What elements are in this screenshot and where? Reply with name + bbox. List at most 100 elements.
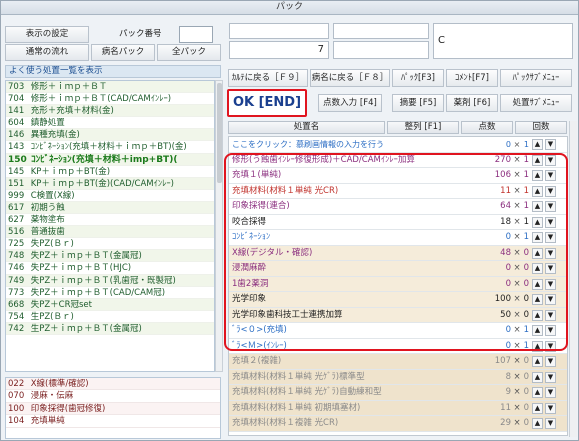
table-row[interactable]: ﾞﾗ<０>(充填) 0 × 1 ▲ ▼ [229,323,567,339]
list-item-selected[interactable]: 150 ｺﾝﾋﾞﾈｰｼｮﾝ(充填＋材料＋imp+BT)( [6,153,214,166]
decrement-icon[interactable]: ▼ [545,185,556,197]
display-settings-button[interactable]: 表示の設定 [5,26,89,43]
sort-button[interactable]: 整列 [F1] [387,121,459,134]
table-row[interactable]: ﾞﾗ<Ｍ>(ｲﾝﾚｰ) 0 × 1 ▲ ▼ [229,339,567,354]
increment-icon[interactable]: ▲ [532,340,543,352]
list-item[interactable]: 742 生PZ＋ｉｍｐ＋ＢＴ(金属冠) [6,322,214,335]
ok-end-button[interactable]: OK [END] [227,89,307,117]
disease-pack-button[interactable]: 病名パック [91,44,155,61]
list-item[interactable]: 746 失PZ＋ｉｍｐ＋ＢＴ(HJC) [6,262,214,275]
list-item[interactable]: 999 C検置(X線) [6,190,214,202]
decrement-icon[interactable]: ▼ [545,294,556,305]
points-input-button[interactable]: 点数入力 [F4] [318,94,382,112]
decrement-icon[interactable]: ▼ [545,340,556,352]
count-value[interactable]: 1 [521,168,529,183]
increment-icon[interactable]: ▲ [532,201,543,212]
decrement-icon[interactable]: ▼ [545,263,556,274]
count-value[interactable]: 1 [521,137,529,152]
list-item[interactable]: 022 X線(標準/確認) [6,378,220,391]
points-value[interactable]: 29 [473,416,511,431]
list-item[interactable]: 516 普通抜歯 [6,226,214,239]
column-header-count[interactable]: 回数 [515,121,567,134]
table-row[interactable]: 咬合採得 18 × 1 ▲ ▼ [229,215,567,230]
increment-icon[interactable]: ▲ [532,309,543,321]
pack-button[interactable]: ﾊﾟｯｸ[F3] [392,69,444,87]
pack-submenu-button[interactable]: ﾊﾟｯｸｻﾌﾞﾒﾆｭｰ [500,69,572,87]
table-row[interactable]: 印象採得(連合) 64 × 1 ▲ ▼ [229,199,567,215]
list-item[interactable]: 668 失PZ＋CR冠set [6,298,214,311]
points-value[interactable]: 106 [473,168,511,183]
list-item[interactable]: 146 異種充填(金) [6,129,214,142]
back-to-chart-button[interactable]: ｶﾙﾃに戻る［Ｆ９］ [228,69,308,87]
points-value[interactable]: 0 [473,261,511,276]
increment-icon[interactable]: ▲ [532,402,543,414]
points-value[interactable]: 64 [473,199,511,214]
increment-icon[interactable]: ▲ [532,232,543,243]
table-row[interactable]: 充填１(単純) 106 × 1 ▲ ▼ [229,168,567,184]
table-row[interactable]: 充填２(複雑) 107 × 0 ▲ ▼ [229,354,567,370]
points-value[interactable]: 11 [473,401,511,416]
table-row[interactable]: 1歯2薬洞 0 × 0 ▲ ▼ [229,276,567,292]
table-row[interactable]: 充填材料(材料１単純 光ｹﾞﾗ)標準型 8 × 0 ▲ ▼ [229,369,567,385]
frequent-procedures-header[interactable]: よく使う処置一覧を表示 [5,65,221,78]
count-value[interactable]: 0 [521,416,529,431]
increment-icon[interactable]: ▲ [532,263,543,274]
summary-button[interactable]: 摘要 [F5] [392,94,444,112]
list-item[interactable]: 725 失PZ(Ｂｒ) [6,238,214,251]
table-row[interactable]: X線(デジタル・確認) 48 × 0 ▲ ▼ [229,245,567,261]
list-item[interactable]: 143 ｺﾝﾋﾞﾈｰｼｮﾝ(充填＋材料＋ｉｍｐ＋BT)(金) [6,141,214,154]
count-value[interactable]: 0 [521,354,529,369]
decrement-icon[interactable]: ▼ [545,201,556,212]
table-row[interactable]: 光学印象 100 × 0 ▲ ▼ [229,292,567,308]
count-value[interactable]: 0 [521,246,529,261]
count-value[interactable]: 0 [521,401,529,416]
table-row[interactable]: 充填材料(材料１単純 光CR) 11 × 1 ▲ ▼ [229,184,567,199]
count-value[interactable]: 1 [521,153,529,168]
increment-icon[interactable]: ▲ [532,247,543,259]
column-header-points[interactable]: 点数 [461,121,513,134]
decrement-icon[interactable]: ▼ [545,402,556,414]
list-item[interactable]: 754 生PZ(Ｂｒ) [6,311,214,323]
points-value[interactable]: 107 [473,354,511,369]
table-row[interactable]: ｺﾝﾋﾞﾈｰｼｮﾝ 0 × 1 ▲ ▼ [229,230,567,246]
list-item[interactable]: 070 浸麻・伝麻 [6,390,220,403]
increment-icon[interactable]: ▲ [532,294,543,305]
table-row[interactable]: 充填材料(材料１複雑 光CR) 29 × 0 ▲ ▼ [229,416,567,432]
count-value[interactable]: 1 [521,339,529,354]
increment-icon[interactable]: ▲ [532,139,543,150]
list-item[interactable]: 704 修形＋ｉｍｐ＋ＢＴ(CAD/CAMｲﾝﾚｰ) [6,93,214,106]
list-item[interactable]: 104 充填単純 [6,415,220,428]
increment-icon[interactable]: ▲ [532,325,543,336]
list-item[interactable]: 145 KP＋ｉｍｐ＋BT(金) [6,166,214,178]
procedure-submenu-button[interactable]: 処置ｻﾌﾞﾒﾆｭｰ [500,94,572,112]
points-value[interactable]: 11 [473,184,511,199]
list-item[interactable]: 773 失PZ＋ｉｍｐ＋ＢＴ(CAD/CAM冠) [6,287,214,299]
increment-icon[interactable]: ▲ [532,371,543,383]
table-row[interactable]: 浸潤麻酔 0 × 0 ▲ ▼ [229,261,567,277]
increment-icon[interactable]: ▲ [532,185,543,197]
decrement-icon[interactable]: ▼ [545,325,556,336]
count-value[interactable]: 1 [521,230,529,245]
increment-icon[interactable]: ▲ [532,418,543,429]
pack-number-field[interactable] [179,26,213,43]
list-item[interactable]: 749 失PZ＋ｉｍｐ＋ＢＴ(乳歯冠・既製冠) [6,274,214,287]
count-value[interactable]: 0 [521,277,529,292]
decrement-icon[interactable]: ▼ [545,232,556,243]
list-item[interactable]: 100 印象採得(歯冠修復) [6,402,220,416]
points-value[interactable]: 48 [473,246,511,261]
decrement-icon[interactable]: ▼ [545,371,556,383]
list-item[interactable]: 604 鎮静処置 [6,117,214,130]
points-value[interactable]: 0 [473,339,511,354]
decrement-icon[interactable]: ▼ [545,356,556,367]
points-value[interactable]: 0 [473,230,511,245]
list-item[interactable]: 151 KP＋ｉｍｐ＋BT(金)(CAD/CAMｲﾝﾚｰ) [6,177,214,190]
comment-button[interactable]: ｺﾒﾝﾄ[F7] [446,69,498,87]
decrement-icon[interactable]: ▼ [545,278,556,290]
column-header-name[interactable]: 処置名 [228,121,385,134]
medicine-button[interactable]: 薬剤 [F6] [446,94,498,112]
count-value[interactable]: 0 [521,261,529,276]
increment-icon[interactable]: ▲ [532,278,543,290]
count-value[interactable]: 1 [521,184,529,199]
list-item[interactable]: 141 充形＋充填＋材料(金) [6,105,214,118]
points-value[interactable]: 9 [473,385,511,400]
